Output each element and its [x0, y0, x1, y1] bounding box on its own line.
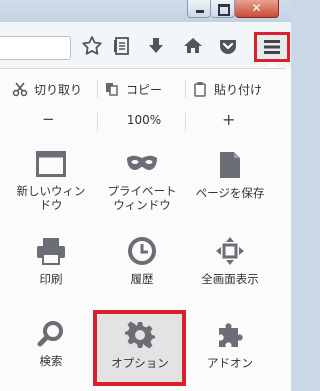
puzzle-icon: [219, 323, 243, 347]
close-icon: ✕: [251, 1, 262, 15]
navigation-toolbar: [0, 22, 291, 69]
window-titlebar: ✕: [0, 0, 291, 22]
zoom-out-button[interactable]: −: [42, 110, 55, 128]
zoom-controls: − 100% +: [0, 110, 291, 134]
close-window-button[interactable]: ✕: [235, 0, 279, 18]
divider: [97, 80, 98, 98]
cut-button[interactable]: 切り取り: [12, 76, 82, 102]
new-window-icon: [36, 151, 66, 177]
fullscreen-icon: [216, 237, 244, 265]
divider: [97, 113, 98, 131]
private-window-button[interactable]: プライベート ウィンドウ: [97, 150, 187, 212]
copy-label: コピー: [126, 82, 163, 97]
options-button[interactable]: オプション: [95, 320, 185, 370]
addons-button[interactable]: アドオン: [185, 320, 275, 370]
home-icon[interactable]: [181, 34, 207, 60]
history-clock-icon: [128, 237, 156, 265]
private-mask-icon: [127, 155, 157, 170]
new-window-button[interactable]: 新しいウィン ドウ: [6, 150, 96, 212]
gear-icon: [125, 321, 155, 349]
hamburger-menu-icon: [264, 40, 280, 54]
pocket-icon[interactable]: [216, 34, 242, 60]
private-window-label-1: プライベート: [107, 184, 177, 198]
zoom-reset-button[interactable]: 100%: [104, 113, 184, 127]
download-icon[interactable]: [144, 34, 170, 60]
search-label: 検索: [39, 354, 63, 368]
zoom-in-button[interactable]: +: [222, 110, 235, 129]
options-label: オプション: [111, 356, 169, 370]
new-window-label-2: ドウ: [39, 198, 63, 212]
divider: [185, 113, 186, 131]
print-label: 印刷: [39, 272, 63, 286]
addons-label: アドオン: [207, 356, 253, 370]
scissors-icon: [12, 82, 28, 97]
save-page-button[interactable]: ページを保存: [185, 150, 275, 200]
star-icon[interactable]: [80, 34, 106, 60]
search-input[interactable]: [0, 36, 71, 60]
copy-icon: [106, 83, 118, 96]
fullscreen-button[interactable]: 全画面表示: [185, 236, 275, 286]
paste-label: 貼り付け: [214, 82, 263, 97]
panel-scrollbar[interactable]: [285, 68, 291, 390]
open-menu-button[interactable]: [254, 32, 290, 62]
paste-icon: [194, 82, 206, 97]
paste-button[interactable]: 貼り付け: [192, 76, 262, 102]
divider: [185, 80, 186, 98]
copy-button[interactable]: コピー: [104, 76, 162, 102]
save-page-label: ページを保存: [195, 186, 265, 200]
search-button[interactable]: 検索: [6, 320, 96, 368]
history-label: 履歴: [130, 272, 154, 286]
search-icon: [37, 321, 63, 347]
print-button[interactable]: 印刷: [6, 236, 96, 286]
history-button[interactable]: 履歴: [97, 236, 187, 286]
maximize-button[interactable]: [211, 0, 235, 18]
minimize-button[interactable]: [187, 0, 211, 18]
new-window-label-1: 新しいウィン: [16, 184, 86, 198]
reading-list-icon[interactable]: [110, 34, 136, 60]
save-page-icon: [220, 152, 240, 178]
print-icon: [37, 238, 65, 265]
private-window-label-2: ウィンドウ: [113, 198, 171, 212]
fullscreen-label: 全画面表示: [201, 272, 259, 286]
cut-label: 切り取り: [34, 82, 83, 97]
